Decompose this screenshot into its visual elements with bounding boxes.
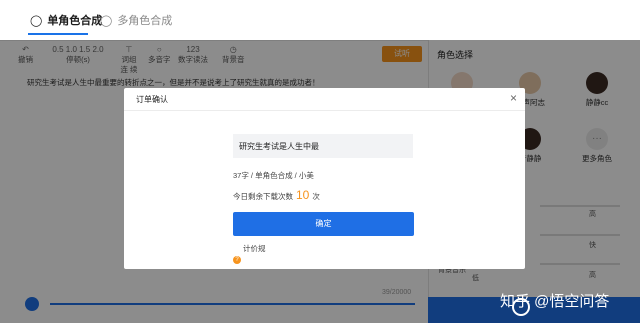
tab-single-role[interactable]: ◯ 单角色合成 [30, 12, 102, 28]
dialog-title: 订单确认 [136, 95, 168, 104]
tab-multi-role-label: 多角色合成 [117, 15, 173, 27]
watermark-text: 知乎 @悟空问答 [500, 293, 610, 310]
confirm-label: 确定 [315, 219, 332, 228]
user-icon: ◯ [30, 14, 43, 27]
tab-multi-role[interactable]: ◯ 多角色合成 [100, 12, 172, 28]
remaining-downloads: 今日剩余下载次数 10 次 [233, 188, 320, 202]
confirm-button[interactable]: 确定 [233, 212, 414, 236]
close-icon[interactable]: × [510, 91, 517, 105]
active-tab-indicator [28, 33, 88, 35]
remaining-suffix: 次 [312, 192, 320, 201]
order-summary: 37字 / 单角色合成 / 小美 [233, 171, 314, 180]
remaining-count: 10 [296, 188, 310, 202]
dialog-header: 订单确认 × [124, 88, 525, 111]
text-preview: 研究生考试是人生中最 [233, 134, 413, 158]
tab-bar: ◯ 单角色合成 ◯ 多角色合成 [0, 0, 640, 41]
tab-single-role-label: 单角色合成 [47, 15, 103, 27]
help-icon[interactable]: ? [233, 256, 241, 264]
order-confirm-dialog: 订单确认 × 研究生考试是人生中最 37字 / 单角色合成 / 小美 今日剩余下… [124, 88, 525, 269]
remaining-prefix: 今日剩余下载次数 [233, 192, 293, 201]
text-preview-value: 研究生考试是人生中最 [239, 142, 319, 151]
users-icon: ◯ [100, 14, 113, 27]
pricing-rules-link[interactable]: 计价规 [243, 243, 266, 254]
